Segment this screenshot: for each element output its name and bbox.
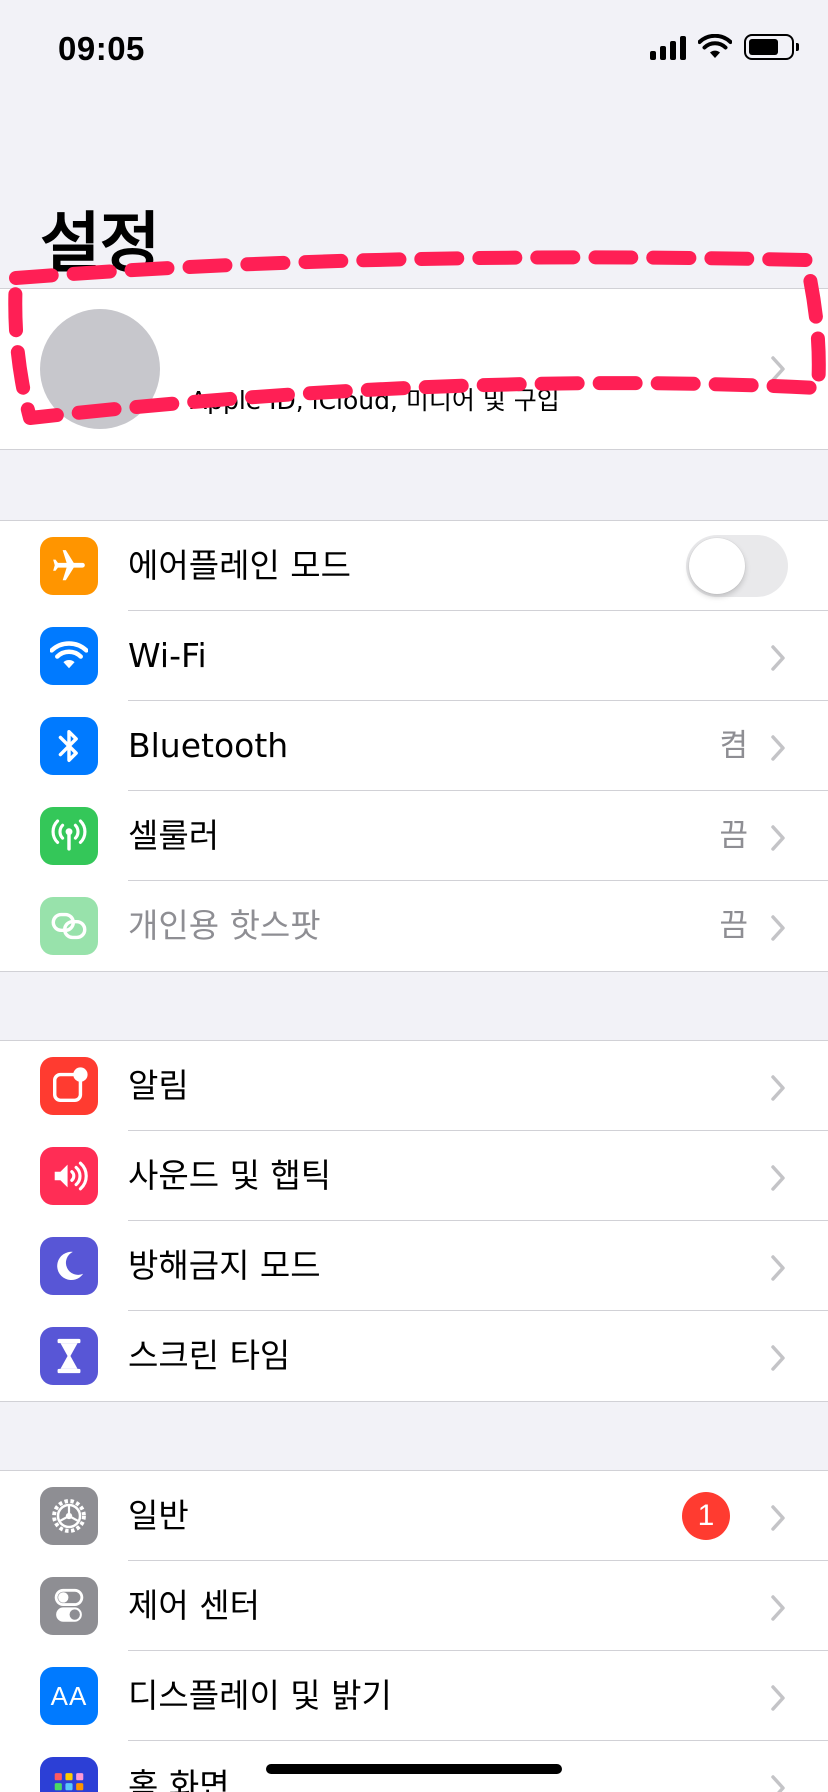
page-title: 설정 [40, 205, 160, 282]
chevron-right-icon [771, 1165, 785, 1191]
row-value: 끔 [719, 908, 748, 944]
row-sounds-haptics[interactable]: 사운드 및 햅틱 [0, 1131, 828, 1221]
airplane-mode-toggle[interactable] [686, 535, 788, 597]
chevron-right-icon [771, 825, 785, 851]
text-size-icon-glyph: AA [50, 1680, 88, 1711]
apple-id-profile-row[interactable]: Apple ID, iCloud, 미디어 및 구입 [0, 288, 828, 450]
row-label: 에어플레인 모드 [128, 546, 352, 585]
cellular-signal-icon [650, 34, 686, 60]
row-label: 방해금지 모드 [128, 1246, 321, 1285]
notifications-icon [40, 1057, 98, 1115]
row-value: 끔 [719, 818, 748, 854]
row-label: Bluetooth [128, 726, 289, 765]
chevron-right-icon [771, 1685, 785, 1711]
row-screen-time[interactable]: 스크린 타임 [0, 1311, 828, 1401]
wifi-icon [698, 34, 732, 58]
row-label: 셀룰러 [128, 816, 220, 855]
antenna-icon [40, 807, 98, 865]
text-size-icon: AA [40, 1667, 98, 1725]
chevron-right-icon [771, 645, 785, 671]
row-label: Wi-Fi [128, 636, 207, 675]
row-label: 알림 [128, 1066, 189, 1105]
status-time: 09:05 [58, 30, 145, 67]
row-label: 제어 센터 [128, 1586, 260, 1625]
row-do-not-disturb[interactable]: 방해금지 모드 [0, 1221, 828, 1311]
status-bar: 09:05 [0, 0, 828, 100]
chevron-right-icon [771, 1505, 785, 1531]
chevron-right-icon [771, 1595, 785, 1621]
chevron-right-icon [771, 1345, 785, 1371]
airplane-icon [40, 537, 98, 595]
row-label: 개인용 핫스팟 [128, 906, 321, 945]
row-value: 켬 [719, 728, 748, 764]
row-display-brightness[interactable]: AA 디스플레이 및 밝기 [0, 1651, 828, 1741]
row-notifications[interactable]: 알림 [0, 1041, 828, 1131]
chevron-right-icon [771, 1775, 785, 1792]
profile-subtitle: Apple ID, iCloud, 미디어 및 구입 [190, 386, 560, 415]
row-general[interactable]: 일반 1 [0, 1471, 828, 1561]
update-badge: 1 [682, 1492, 730, 1540]
bluetooth-icon [40, 717, 98, 775]
connectivity-group: 에어플레인 모드 Wi-Fi Bluetooth 켬 셀룰러 끔 개인용 핫스팟… [0, 520, 828, 972]
row-wifi[interactable]: Wi-Fi [0, 611, 828, 701]
row-personal-hotspot[interactable]: 개인용 핫스팟 끔 [0, 881, 828, 971]
row-label: 일반 [128, 1496, 189, 1535]
notifications-group: 알림 사운드 및 햅틱 방해금지 모드 스크린 타임 [0, 1040, 828, 1402]
speaker-icon [40, 1147, 98, 1205]
hotspot-link-icon [40, 897, 98, 955]
moon-icon [40, 1237, 98, 1295]
chevron-right-icon [771, 915, 785, 941]
row-label: 스크린 타임 [128, 1336, 291, 1375]
chevron-right-icon [771, 356, 785, 382]
row-label: 홈 화면 [128, 1766, 230, 1792]
row-label: 사운드 및 햅틱 [128, 1156, 332, 1195]
home-grid-icon [40, 1757, 98, 1792]
switches-icon [40, 1577, 98, 1635]
chevron-right-icon [771, 1255, 785, 1281]
wifi-icon [40, 627, 98, 685]
row-bluetooth[interactable]: Bluetooth 켬 [0, 701, 828, 791]
hourglass-icon [40, 1327, 98, 1385]
gear-icon [40, 1487, 98, 1545]
chevron-right-icon [771, 1075, 785, 1101]
row-airplane-mode[interactable]: 에어플레인 모드 [0, 521, 828, 611]
general-group: 일반 1 제어 센터 AA 디스플레이 및 밝기 홈 화면 [0, 1470, 828, 1792]
status-icons [650, 34, 799, 60]
battery-icon [744, 34, 799, 60]
row-cellular[interactable]: 셀룰러 끔 [0, 791, 828, 881]
chevron-right-icon [771, 735, 785, 761]
avatar [40, 309, 160, 429]
home-indicator[interactable] [266, 1764, 562, 1774]
row-label: 디스플레이 및 밝기 [128, 1676, 392, 1715]
row-control-center[interactable]: 제어 센터 [0, 1561, 828, 1651]
